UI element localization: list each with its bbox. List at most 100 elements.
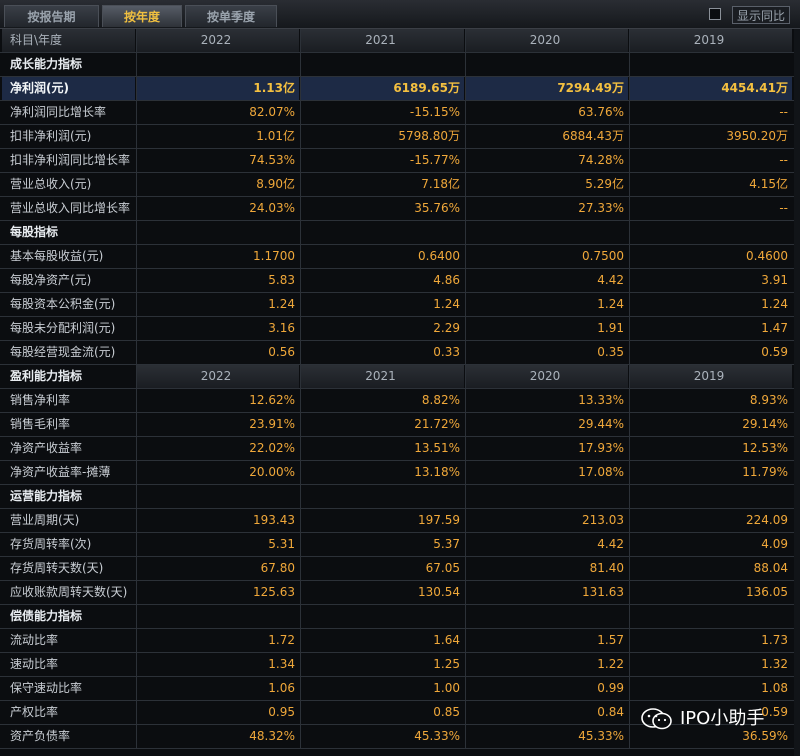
value-cell: 63.76% [465, 101, 628, 124]
empty-cell [136, 485, 299, 508]
value-cell: 1.24 [136, 293, 299, 316]
row-label: 流动比率 [2, 629, 135, 652]
row-label: 产权比率 [2, 701, 135, 724]
table-row[interactable]: 存货周转率(次) 5.31 5.37 4.42 4.09 [0, 533, 800, 557]
table-row[interactable]: 每股净资产(元) 5.83 4.86 4.42 3.91 [0, 269, 800, 293]
value-cell: 67.80 [136, 557, 299, 580]
table-row[interactable]: 速动比率 1.34 1.25 1.22 1.32 [0, 653, 800, 677]
table-row[interactable]: 净资产收益率 22.02% 13.51% 17.93% 12.53% [0, 437, 800, 461]
value-cell: 29.14% [629, 413, 792, 436]
value-cell: 0.56 [136, 341, 299, 364]
table-row[interactable]: 扣非净利润(元) 1.01亿 5798.80万 6884.43万 3950.20万 [0, 125, 800, 149]
value-cell: 6189.65万 [300, 77, 464, 100]
value-cell: 74.28% [465, 149, 628, 172]
section-title: 运营能力指标 [2, 485, 135, 508]
header-year: 2022 [136, 29, 299, 52]
value-cell: 4.42 [465, 533, 628, 556]
table-row[interactable]: 扣非净利润同比增长率 74.53% -15.77% 74.28% -- [0, 149, 800, 173]
table-row[interactable]: 每股资本公积金(元) 1.24 1.24 1.24 1.24 [0, 293, 800, 317]
empty-cell [465, 221, 628, 244]
value-cell: 22.02% [136, 437, 299, 460]
value-cell: -- [629, 101, 792, 124]
table-row[interactable]: 每股经营现金流(元) 0.56 0.33 0.35 0.59 [0, 341, 800, 365]
row-label: 净利润同比增长率 [2, 101, 135, 124]
row-label: 存货周转率(次) [2, 533, 135, 556]
value-cell: 1.01亿 [136, 125, 299, 148]
value-cell: 1.1700 [136, 245, 299, 268]
row-label: 净资产收益率-摊薄 [2, 461, 135, 484]
table-row[interactable]: 流动比率 1.72 1.64 1.57 1.73 [0, 629, 800, 653]
value-cell: -15.15% [300, 101, 464, 124]
row-label: 扣非净利润(元) [2, 125, 135, 148]
value-cell: 7.18亿 [300, 173, 464, 196]
section-title: 盈利能力指标 [2, 365, 135, 388]
value-cell: 20.00% [136, 461, 299, 484]
value-cell: 3.91 [629, 269, 792, 292]
table-row[interactable]: 保守速动比率 1.06 1.00 0.99 1.08 [0, 677, 800, 701]
header-label: 科目\年度 [2, 29, 135, 52]
value-cell: 1.13亿 [136, 77, 299, 100]
table-row[interactable]: 营业总收入(元) 8.90亿 7.18亿 5.29亿 4.15亿 [0, 173, 800, 197]
empty-cell [465, 53, 628, 76]
empty-cell [300, 221, 464, 244]
value-cell: 0.85 [300, 701, 464, 724]
table-row[interactable]: 应收账款周转天数(天) 125.63 130.54 131.63 136.05 [0, 581, 800, 605]
tab-by-quarter[interactable]: 按单季度 [185, 5, 277, 27]
table-row[interactable]: 净利润同比增长率 82.07% -15.15% 63.76% -- [0, 101, 800, 125]
row-label: 扣非净利润同比增长率 [2, 149, 135, 172]
value-cell: 3950.20万 [629, 125, 792, 148]
empty-cell [136, 53, 299, 76]
value-cell: 13.51% [300, 437, 464, 460]
value-cell: 23.91% [136, 413, 299, 436]
value-cell: 8.93% [629, 389, 792, 412]
empty-cell [300, 485, 464, 508]
value-cell: 4.09 [629, 533, 792, 556]
value-cell: 21.72% [300, 413, 464, 436]
wechat-icon [641, 708, 672, 730]
value-cell: 3.16 [136, 317, 299, 340]
value-cell: 1.00 [300, 677, 464, 700]
value-cell: 29.44% [465, 413, 628, 436]
value-cell: 0.84 [465, 701, 628, 724]
value-cell: 125.63 [136, 581, 299, 604]
tab-by-year[interactable]: 按年度 [102, 5, 182, 27]
value-cell: 4.86 [300, 269, 464, 292]
value-cell: 1.47 [629, 317, 792, 340]
table-row[interactable]: 存货周转天数(天) 67.80 67.05 81.40 88.04 [0, 557, 800, 581]
value-cell: 1.24 [629, 293, 792, 316]
header-year: 2021 [300, 29, 464, 52]
value-cell: 17.93% [465, 437, 628, 460]
value-cell: 0.6400 [300, 245, 464, 268]
value-cell: 45.33% [300, 725, 464, 748]
empty-cell [629, 485, 792, 508]
row-label: 销售净利率 [2, 389, 135, 412]
table-row[interactable]: 净资产收益率-摊薄 20.00% 13.18% 17.08% 11.79% [0, 461, 800, 485]
value-cell: 4454.41万 [629, 77, 792, 100]
vertical-scrollbar[interactable] [794, 29, 800, 756]
value-cell: 27.33% [465, 197, 628, 220]
value-cell: 1.32 [629, 653, 792, 676]
tab-by-report-period[interactable]: 按报告期 [4, 5, 99, 27]
row-label: 基本每股收益(元) [2, 245, 135, 268]
row-label: 净资产收益率 [2, 437, 135, 460]
table-row[interactable]: 销售净利率 12.62% 8.82% 13.33% 8.93% [0, 389, 800, 413]
row-label: 每股资本公积金(元) [2, 293, 135, 316]
row-label: 营业总收入同比增长率 [2, 197, 135, 220]
value-cell: 5.37 [300, 533, 464, 556]
compare-checkbox[interactable] [709, 8, 721, 20]
show-yoy-button[interactable]: 显示同比 [732, 6, 790, 24]
table-row[interactable]: 净利润(元) 1.13亿 6189.65万 7294.49万 4454.41万 [0, 77, 800, 101]
value-cell: 12.53% [629, 437, 792, 460]
value-cell: 0.33 [300, 341, 464, 364]
value-cell: 1.34 [136, 653, 299, 676]
header-year: 2022 [136, 365, 299, 388]
empty-cell [465, 485, 628, 508]
table-row[interactable]: 销售毛利率 23.91% 21.72% 29.44% 29.14% [0, 413, 800, 437]
table-row[interactable]: 基本每股收益(元) 1.1700 0.6400 0.7500 0.4600 [0, 245, 800, 269]
table-row[interactable]: 营业周期(天) 193.43 197.59 213.03 224.09 [0, 509, 800, 533]
value-cell: 1.25 [300, 653, 464, 676]
table-row[interactable]: 营业总收入同比增长率 24.03% 35.76% 27.33% -- [0, 197, 800, 221]
table-row[interactable]: 每股未分配利润(元) 3.16 2.29 1.91 1.47 [0, 317, 800, 341]
value-cell: 5.31 [136, 533, 299, 556]
value-cell: -- [629, 197, 792, 220]
